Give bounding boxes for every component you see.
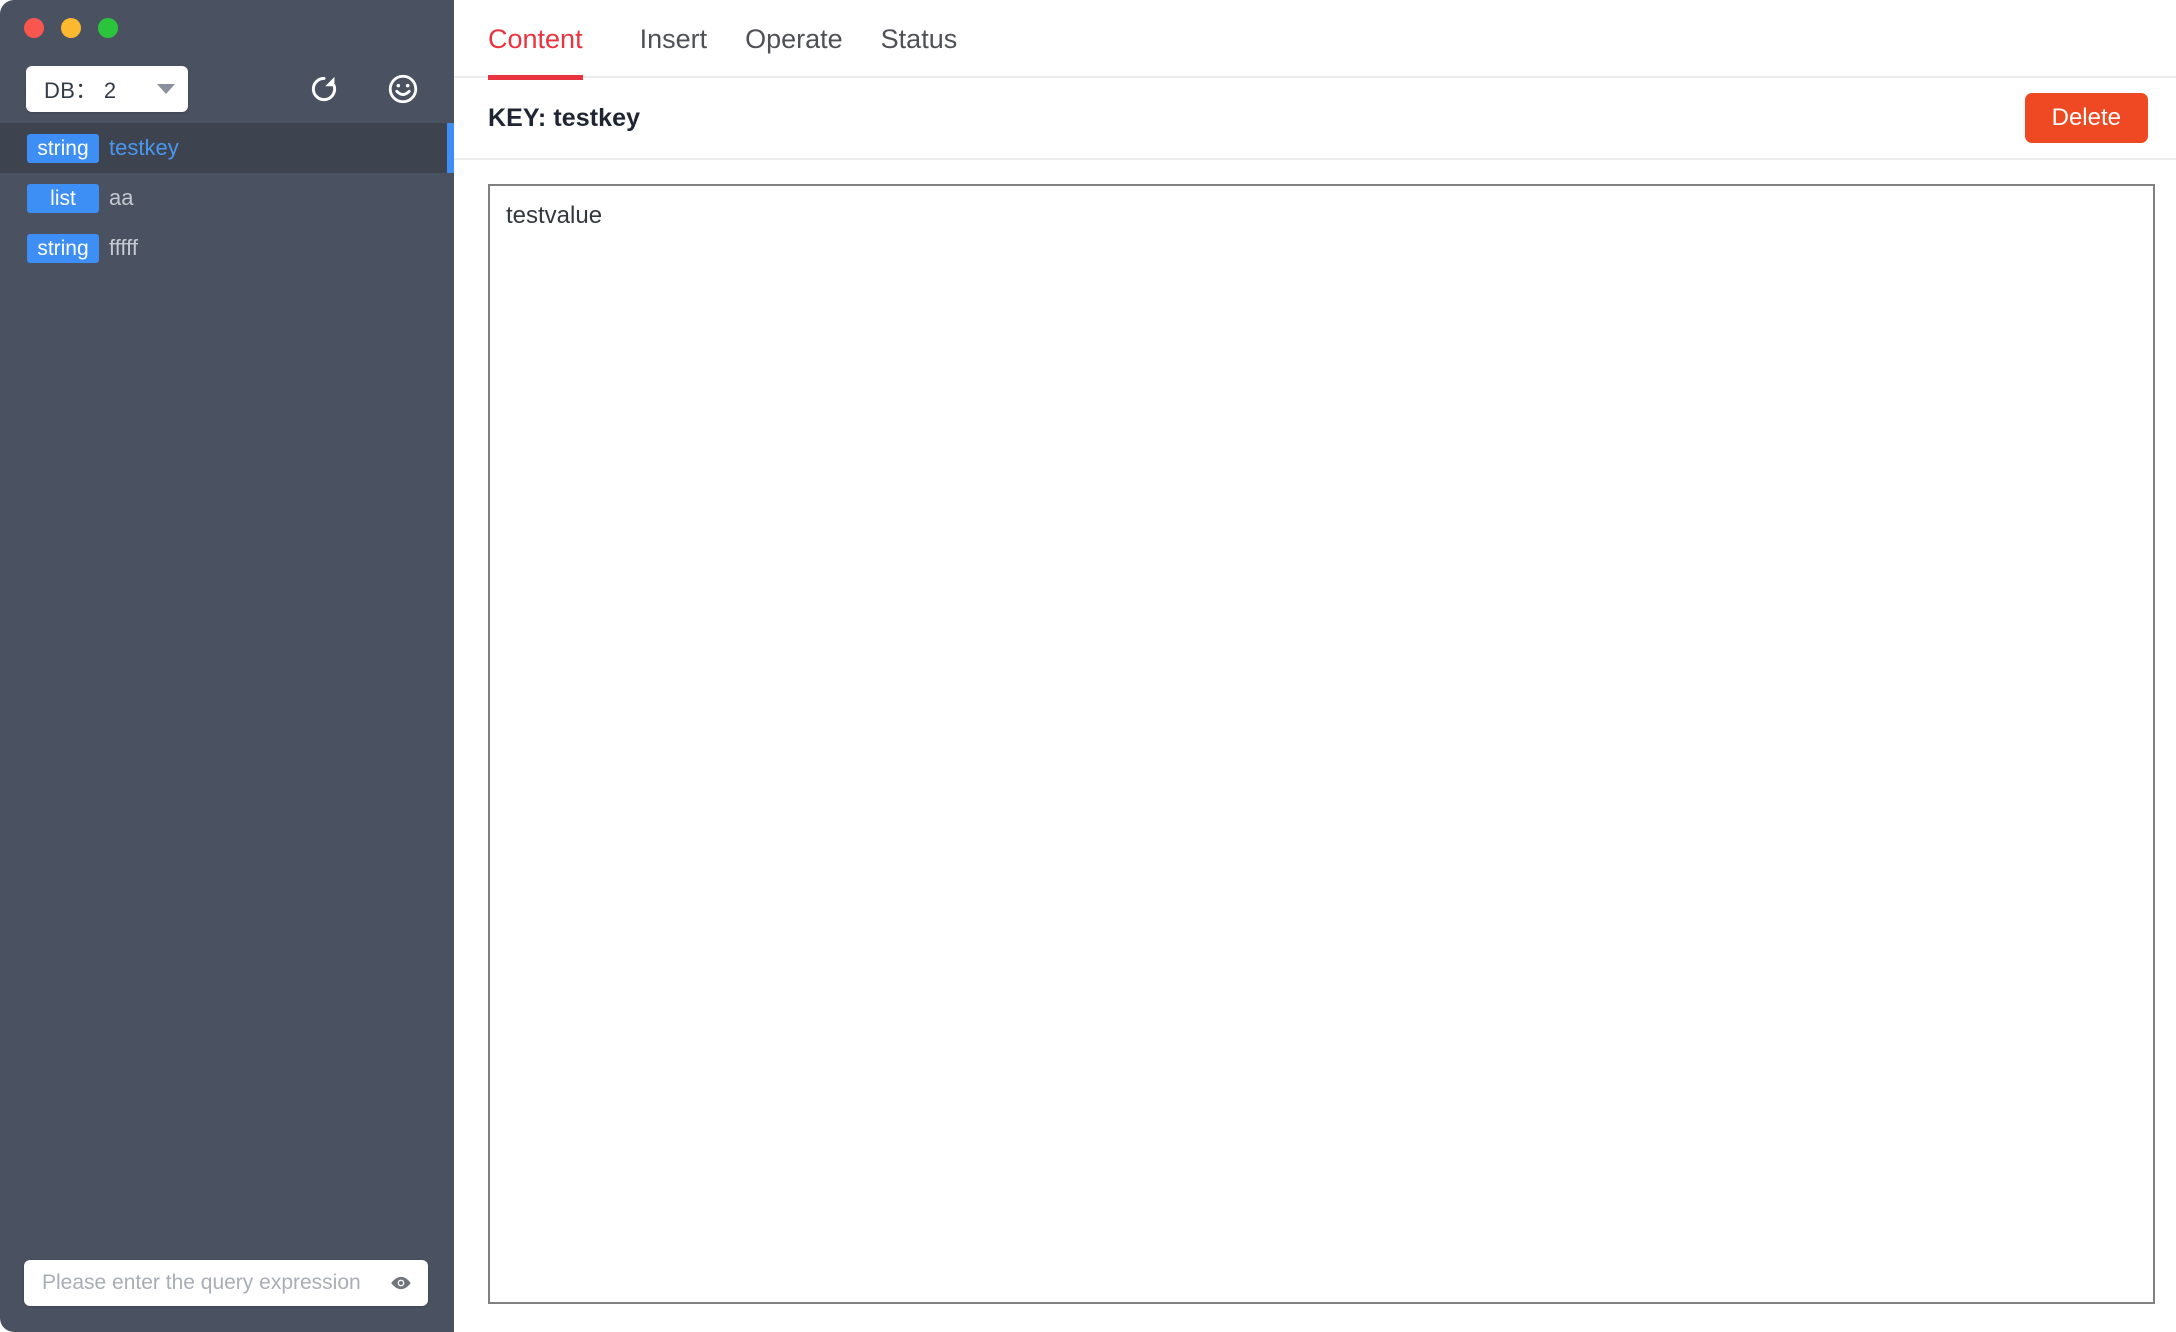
db-selector[interactable]: DB： 2 <box>26 66 188 112</box>
chevron-down-icon <box>157 84 175 94</box>
window-titlebar <box>0 0 454 56</box>
list-item[interactable]: string fffff <box>0 223 454 273</box>
refresh-icon[interactable] <box>307 72 341 106</box>
smiley-icon[interactable] <box>386 72 420 106</box>
delete-button[interactable]: Delete <box>2024 93 2148 143</box>
sidebar-toolbar-icons <box>307 72 430 106</box>
tab-label: Operate <box>745 23 843 54</box>
tab-insert[interactable]: Insert <box>621 0 727 78</box>
content-area <box>454 160 2176 1332</box>
search-input[interactable] <box>42 1271 382 1295</box>
key-name-label: aa <box>109 185 134 210</box>
key-type-badge: list <box>27 183 99 213</box>
tab-status[interactable]: Status <box>862 0 977 78</box>
app-window: DB： 2 string testkey list aa string ffff… <box>0 0 2176 1332</box>
page-title: KEY: testkey <box>488 103 641 132</box>
query-bar <box>24 1260 428 1306</box>
tab-label: Content <box>488 23 583 54</box>
key-name-label: fffff <box>109 235 138 260</box>
key-list: string testkey list aa string fffff <box>0 122 454 273</box>
db-selector-label: DB： 2 <box>44 78 117 103</box>
key-type-badge: string <box>27 133 99 163</box>
key-name-label: testkey <box>109 135 179 160</box>
main-panel: Content Insert Operate Status KEY: testk… <box>454 0 2176 1332</box>
tab-bar: Content Insert Operate Status <box>454 0 2176 80</box>
key-type-badge: string <box>27 233 99 263</box>
key-header: KEY: testkey Delete <box>454 78 2176 160</box>
minimize-window-button[interactable] <box>61 18 81 38</box>
query-box[interactable] <box>24 1260 428 1306</box>
sidebar-toolbar: DB： 2 <box>0 56 454 122</box>
maximize-window-button[interactable] <box>98 18 118 38</box>
tab-content[interactable]: Content <box>488 0 602 80</box>
value-textarea[interactable] <box>488 184 2155 1304</box>
eye-icon[interactable] <box>388 1270 414 1296</box>
list-item[interactable]: list aa <box>0 173 454 223</box>
list-item[interactable]: string testkey <box>0 123 454 173</box>
close-window-button[interactable] <box>24 18 44 38</box>
sidebar: DB： 2 string testkey list aa string ffff… <box>0 0 454 1332</box>
tab-operate[interactable]: Operate <box>726 0 862 78</box>
tab-label: Status <box>880 23 958 54</box>
tab-label: Insert <box>639 23 708 54</box>
